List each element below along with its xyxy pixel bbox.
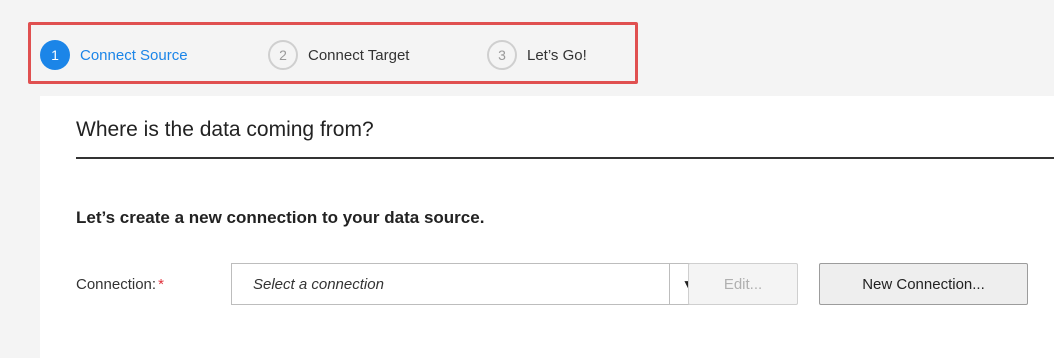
- title-divider: [76, 157, 1054, 159]
- required-marker: *: [158, 276, 164, 293]
- step-connect-target[interactable]: 2 Connect Target: [268, 40, 409, 70]
- edit-button[interactable]: Edit...: [688, 263, 798, 305]
- section-subtitle: Let’s create a new connection to your da…: [76, 208, 485, 227]
- connection-select-value: Select a connection: [253, 275, 384, 293]
- step-2-label: Connect Target: [308, 46, 410, 64]
- step-3-label: Let’s Go!: [527, 46, 587, 64]
- main-panel: Where is the data coming from? Let’s cre…: [40, 96, 1054, 358]
- step-lets-go[interactable]: 3 Let’s Go!: [487, 40, 587, 70]
- new-connection-button[interactable]: New Connection...: [819, 263, 1028, 305]
- step-3-number-circle: 3: [487, 40, 517, 70]
- wizard-steps-bar: 1 Connect Source 2 Connect Target 3 Let’…: [0, 0, 1054, 100]
- connection-label-text: Connection:: [76, 276, 157, 293]
- step-2-number-circle: 2: [268, 40, 298, 70]
- connection-label: Connection: *: [76, 276, 164, 293]
- step-connect-source[interactable]: 1 Connect Source: [40, 40, 188, 70]
- page-title: Where is the data coming from?: [76, 118, 374, 141]
- step-1-number-circle: 1: [40, 40, 70, 70]
- connection-select[interactable]: Select a connection ▼: [231, 263, 707, 305]
- step-1-label: Connect Source: [80, 46, 188, 64]
